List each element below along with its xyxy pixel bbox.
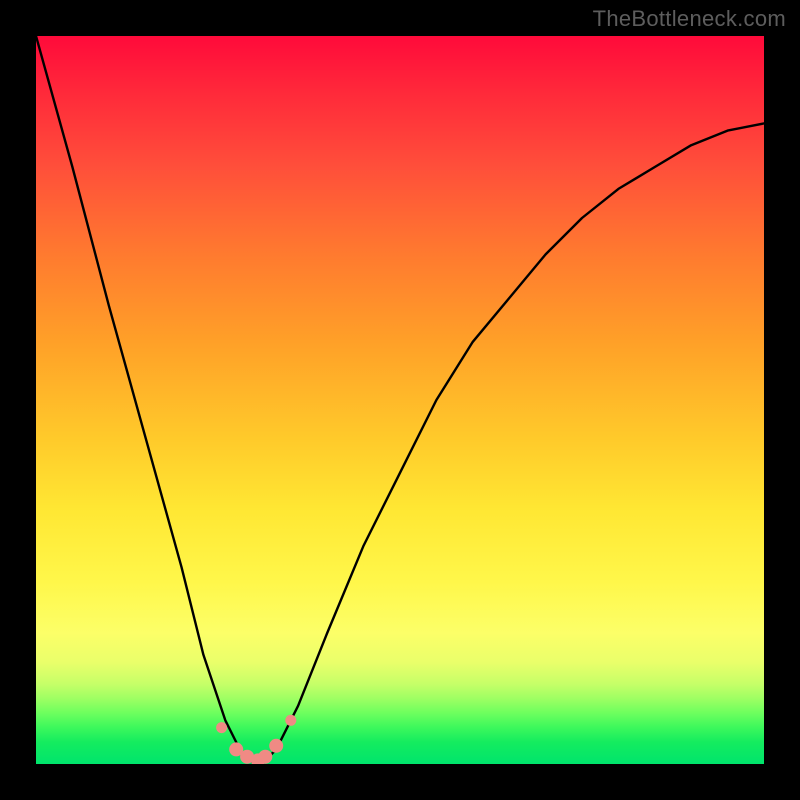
chart-frame: TheBottleneck.com xyxy=(0,0,800,800)
watermark-label: TheBottleneck.com xyxy=(593,6,786,32)
plot-gradient-background xyxy=(36,36,764,764)
